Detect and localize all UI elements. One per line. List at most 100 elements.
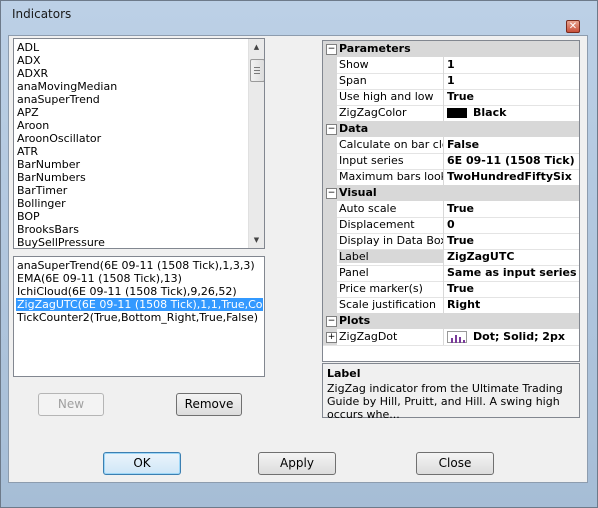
- indicator-list-item[interactable]: BOP: [17, 210, 40, 223]
- scroll-thumb[interactable]: [250, 59, 264, 82]
- help-title: Label: [327, 367, 361, 380]
- apply-button[interactable]: Apply: [258, 452, 336, 475]
- property-name: Displacement: [339, 218, 415, 231]
- row-gutter: [323, 169, 337, 185]
- indicator-list-item[interactable]: APZ: [17, 106, 39, 119]
- row-gutter: [323, 57, 337, 73]
- indicator-list-item[interactable]: ADX: [17, 54, 41, 67]
- indicator-list[interactable]: ADL ADX ADXR anaMovingMedian anaSuperTrend AP…: [13, 38, 265, 249]
- collapse-icon[interactable]: −: [326, 44, 337, 55]
- expand-icon[interactable]: +: [326, 332, 337, 343]
- row-gutter: [323, 281, 337, 297]
- indicator-list-item[interactable]: ADL: [17, 41, 39, 54]
- category-label: Plots: [339, 314, 371, 327]
- scroll-up-arrow-icon[interactable]: ▲: [249, 40, 264, 55]
- property-value[interactable]: True: [447, 90, 579, 103]
- indicator-list-item[interactable]: anaSuperTrend: [17, 93, 100, 106]
- applied-indicator-item[interactable]: EMA(6E 09-11 (1508 Tick),13): [17, 272, 182, 285]
- collapse-icon[interactable]: −: [326, 188, 337, 199]
- property-name: Span: [339, 74, 367, 87]
- applied-indicator-item[interactable]: anaSuperTrend(6E 09-11 (1508 Tick),1,3,3…: [17, 259, 255, 272]
- new-button[interactable]: New: [38, 393, 104, 416]
- property-row[interactable]: Input series 6E 09-11 (1508 Tick): [323, 153, 579, 170]
- property-grid[interactable]: − Parameters Show 1 Span 1 Use high and low Tru…: [322, 40, 580, 362]
- property-value[interactable]: 1: [447, 58, 579, 71]
- property-row[interactable]: Use high and low True: [323, 89, 579, 106]
- property-name: Show: [339, 58, 369, 71]
- property-name: Display in Data Box: [339, 234, 443, 247]
- property-row[interactable]: Calculate on bar clos False: [323, 137, 579, 154]
- row-gutter: +: [323, 329, 337, 345]
- property-name: Label: [339, 250, 443, 263]
- property-value[interactable]: True: [447, 282, 579, 295]
- row-gutter: [323, 265, 337, 281]
- property-value[interactable]: ZigZagUTC: [447, 250, 579, 263]
- category-label: Visual: [339, 186, 377, 199]
- property-name: Panel: [339, 266, 369, 279]
- property-row[interactable]: Maximum bars look b TwoHundredFiftySix: [323, 169, 579, 186]
- indicator-list-scrollbar[interactable]: ▲ ▼: [248, 39, 264, 248]
- property-row[interactable]: Auto scale True: [323, 201, 579, 218]
- property-row[interactable]: Display in Data Box True: [323, 233, 579, 250]
- property-value[interactable]: False: [447, 138, 579, 151]
- property-value[interactable]: Same as input series: [447, 266, 579, 279]
- property-row[interactable]: Show 1: [323, 57, 579, 74]
- property-value[interactable]: TwoHundredFiftySix: [447, 170, 579, 183]
- property-value[interactable]: Dot; Solid; 2px: [473, 330, 579, 343]
- ok-button[interactable]: OK: [103, 452, 181, 475]
- indicator-list-item[interactable]: BarNumbers: [17, 171, 86, 184]
- indicator-list-item[interactable]: BarTimer: [17, 184, 67, 197]
- property-value[interactable]: Right: [447, 298, 579, 311]
- row-gutter: [323, 89, 337, 105]
- property-row[interactable]: Label ZigZagUTC: [323, 249, 579, 266]
- collapse-icon[interactable]: −: [326, 124, 337, 135]
- indicator-list-item[interactable]: AroonOscillator: [17, 132, 101, 145]
- collapse-icon[interactable]: −: [326, 316, 337, 327]
- indicator-list-item[interactable]: ATR: [17, 145, 38, 158]
- property-value[interactable]: True: [447, 202, 579, 215]
- property-row[interactable]: ZigZagColor Black: [323, 105, 579, 122]
- indicator-list-item[interactable]: anaMovingMedian: [17, 80, 117, 93]
- row-gutter: [323, 233, 337, 249]
- row-gutter: [323, 249, 337, 265]
- title-bar[interactable]: Indicators: [2, 2, 596, 28]
- category-label: Parameters: [339, 42, 411, 55]
- applied-indicator-item[interactable]: IchiCloud(6E 09-11 (1508 Tick),9,26,52): [17, 285, 237, 298]
- property-value[interactable]: Black: [473, 106, 579, 119]
- remove-button[interactable]: Remove: [176, 393, 242, 416]
- property-row[interactable]: Scale justification Right: [323, 297, 579, 314]
- indicator-list-item[interactable]: BuySellPressure: [17, 236, 105, 248]
- property-value[interactable]: 1: [447, 74, 579, 87]
- scroll-down-arrow-icon[interactable]: ▼: [249, 233, 264, 248]
- property-value[interactable]: 0: [447, 218, 579, 231]
- property-name: Auto scale: [339, 202, 397, 215]
- property-row[interactable]: Displacement 0: [323, 217, 579, 234]
- property-name: Scale justification: [339, 298, 437, 311]
- property-value[interactable]: 6E 09-11 (1508 Tick): [447, 154, 579, 167]
- property-name: Calculate on bar clos: [339, 138, 443, 151]
- window-title: Indicators: [12, 7, 72, 21]
- category-visual[interactable]: − Visual: [323, 185, 579, 201]
- indicator-list-item[interactable]: BarNumber: [17, 158, 80, 171]
- applied-indicator-item[interactable]: ZigZagUTC(6E 09-11 (1508 Tick),1,1,True,…: [16, 298, 264, 311]
- category-parameters[interactable]: − Parameters: [323, 41, 579, 57]
- indicator-list-item[interactable]: BrooksBars: [17, 223, 79, 236]
- property-row[interactable]: Price marker(s) True: [323, 281, 579, 298]
- category-plots[interactable]: − Plots: [323, 313, 579, 329]
- property-row[interactable]: Panel Same as input series: [323, 265, 579, 282]
- property-name: Price marker(s): [339, 282, 423, 295]
- indicator-list-item[interactable]: Bollinger: [17, 197, 66, 210]
- applied-indicator-item[interactable]: TickCounter2(True,Bottom_Right,True,Fals…: [17, 311, 258, 324]
- row-gutter: [323, 137, 337, 153]
- property-row[interactable]: + ZigZagDot Dot; Solid; 2px: [323, 329, 579, 346]
- property-value[interactable]: True: [447, 234, 579, 247]
- indicator-list-item[interactable]: Aroon: [17, 119, 49, 132]
- applied-indicators-list[interactable]: anaSuperTrend(6E 09-11 (1508 Tick),1,3,3…: [13, 256, 265, 377]
- property-name: Maximum bars look b: [339, 170, 443, 183]
- close-window-button[interactable]: ✕: [566, 20, 580, 33]
- indicator-list-item[interactable]: ADXR: [17, 67, 48, 80]
- close-button[interactable]: Close: [416, 452, 494, 475]
- category-data[interactable]: − Data: [323, 121, 579, 137]
- color-swatch: [447, 108, 467, 118]
- property-row[interactable]: Span 1: [323, 73, 579, 90]
